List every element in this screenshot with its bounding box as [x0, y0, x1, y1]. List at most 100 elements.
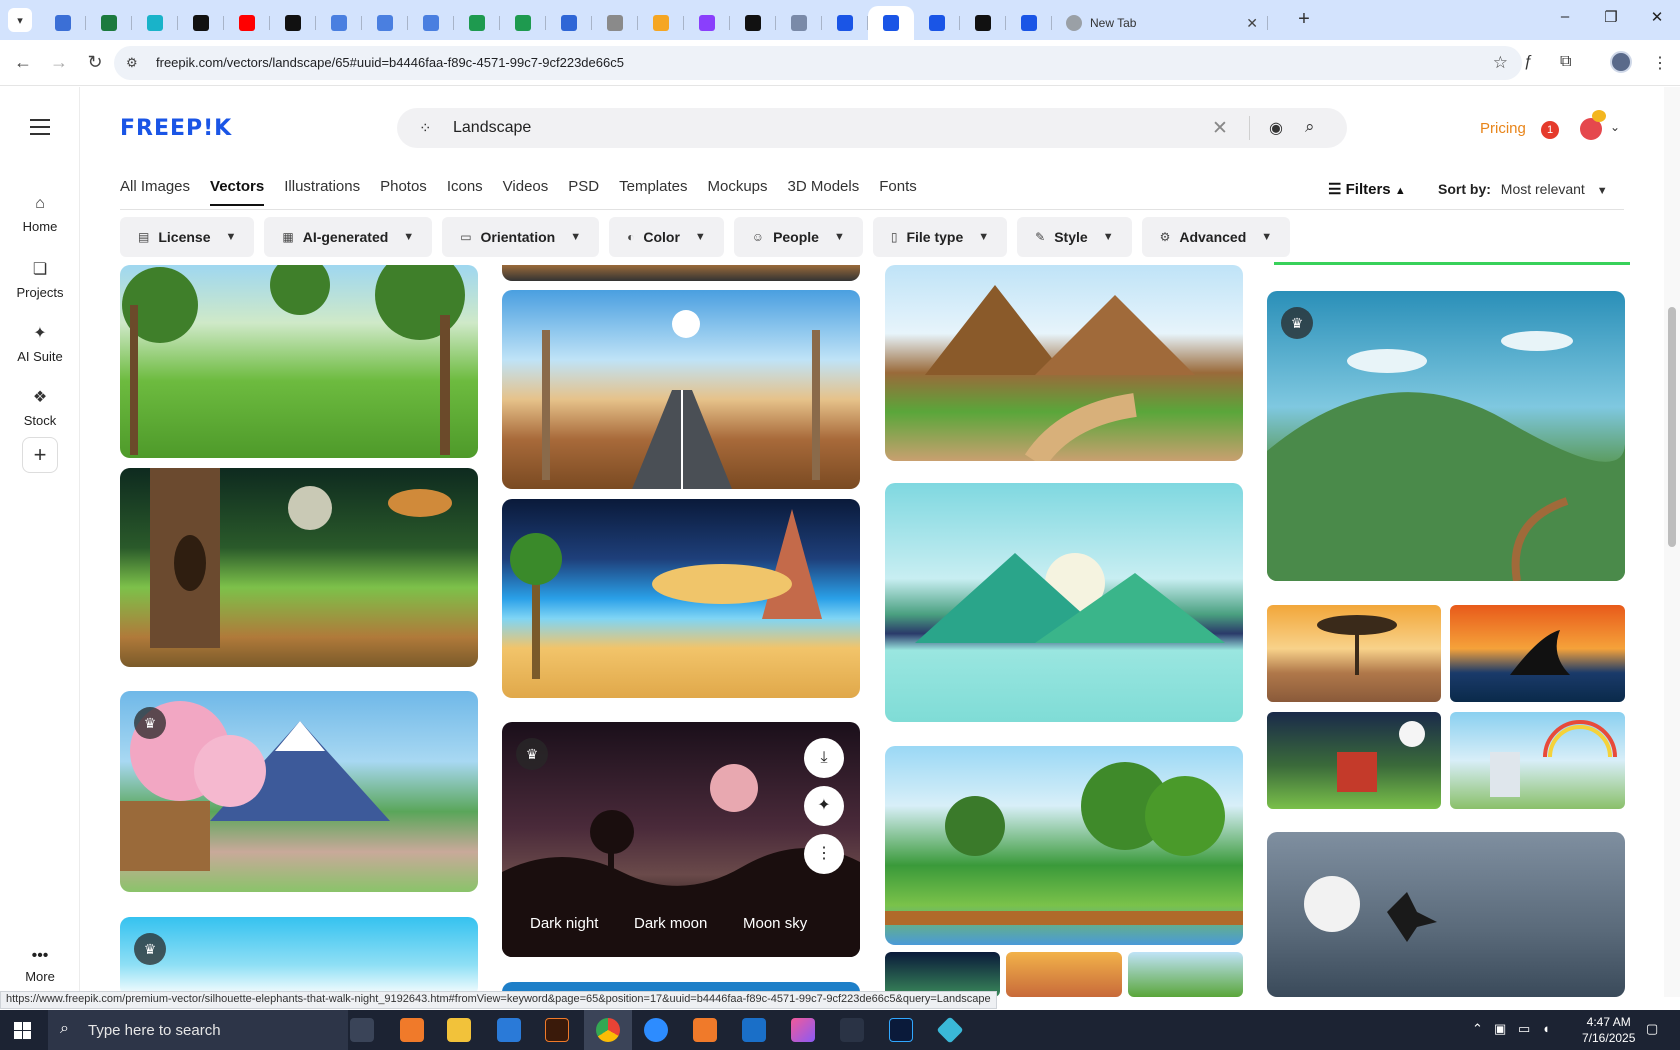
tab-12[interactable] [546, 6, 592, 40]
tab-6[interactable] [270, 6, 316, 40]
tab-category-3[interactable]: Photos [380, 178, 427, 206]
site-info-icon[interactable]: ⚙ [126, 55, 138, 71]
filter-chip-2[interactable]: ▭ Orientation ▼ [442, 217, 600, 257]
filter-chip-4[interactable]: ☺ People ▼ [733, 217, 863, 257]
image-sky-clouds[interactable]: ♛ [120, 917, 478, 997]
tab-5[interactable] [224, 6, 270, 40]
chrome-taskbar-item[interactable] [584, 1010, 632, 1050]
image-mount-fuji-cherry[interactable]: ♛ [120, 691, 478, 892]
image-tropical-beach-night[interactable] [502, 499, 860, 698]
extensions-puzzle-icon[interactable]: ⧉ [1560, 53, 1571, 71]
tab-1[interactable] [40, 6, 86, 40]
more-options-icon[interactable]: ⋮ [804, 834, 844, 874]
tab-new-tab[interactable]: New Tab ✕ [1052, 6, 1268, 40]
tab-10[interactable] [454, 6, 500, 40]
minimize-icon[interactable]: – [1550, 8, 1580, 25]
extension-f-icon[interactable]: ƒ [1524, 53, 1533, 71]
tab-search-button[interactable]: ▾ [8, 8, 32, 32]
photoshop-icon[interactable] [889, 1018, 913, 1042]
reload-icon[interactable]: ↻ [84, 52, 106, 73]
zoom-icon[interactable] [644, 1018, 668, 1042]
tab-20[interactable] [914, 6, 960, 40]
image-savanna-tree[interactable] [1267, 605, 1441, 702]
image-thumb-desert-rocks[interactable] [1006, 952, 1122, 997]
image-tag-0[interactable]: Dark night [530, 915, 598, 932]
tab-category-4[interactable]: Icons [447, 178, 483, 206]
image-tag-1[interactable]: Dark moon [634, 915, 707, 932]
rail-more[interactable]: ••• More [0, 947, 80, 984]
tab-11[interactable] [500, 6, 546, 40]
app-icon[interactable] [693, 1018, 717, 1042]
tab-19[interactable] [868, 6, 914, 40]
rail-ai-suite[interactable]: ✦ AI Suite [0, 323, 80, 364]
tab-category-8[interactable]: Mockups [707, 178, 767, 206]
download-icon[interactable]: ⤓ [804, 738, 844, 778]
tab-category-5[interactable]: Videos [503, 178, 549, 206]
tab-16[interactable] [730, 6, 776, 40]
new-tab-button[interactable]: + [1292, 8, 1316, 31]
filters-toggle[interactable]: ☰ Filters ▲ [1328, 180, 1406, 198]
windows-start-icon[interactable] [14, 1022, 32, 1040]
tab-13[interactable] [592, 6, 638, 40]
image-tag-2[interactable]: Moon sky [743, 915, 807, 932]
sort-dropdown[interactable]: Sort by: Most relevant ▼ [1438, 181, 1608, 197]
tab-category-6[interactable]: PSD [568, 178, 599, 206]
search-mode-icon[interactable]: ⁘ [419, 119, 432, 137]
tab-category-9[interactable]: 3D Models [788, 178, 860, 206]
image-partial-top[interactable] [502, 265, 860, 281]
tray-display-icon[interactable]: ▭ [1518, 1021, 1530, 1037]
rail-projects[interactable]: ❏ Projects [0, 259, 80, 300]
tab-4[interactable] [178, 6, 224, 40]
search-bar[interactable]: ⁘ Landscape ✕ ◉ ⌕ [397, 108, 1347, 148]
image-farm-night[interactable] [1267, 712, 1441, 809]
image-city-rainbow[interactable] [1450, 712, 1625, 809]
tab-15[interactable] [684, 6, 730, 40]
forward-icon[interactable]: → [48, 52, 70, 73]
image-forest-river[interactable] [885, 746, 1243, 945]
tab-category-0[interactable]: All Images [120, 178, 190, 206]
restore-icon[interactable]: ❐ [1596, 8, 1626, 26]
tab-21[interactable] [960, 6, 1006, 40]
filter-chip-3[interactable]: ◐ Color ▼ [609, 217, 724, 257]
profile-avatar[interactable] [1610, 51, 1632, 73]
taskbar-clock[interactable]: 4:47 AM 7/16/2025 [1582, 1014, 1635, 1046]
clear-search-icon[interactable]: ✕ [1212, 117, 1228, 140]
image-mountain-lake-reflection[interactable] [885, 483, 1243, 722]
filter-chip-1[interactable]: ▦ AI-generated ▼ [264, 217, 433, 257]
rail-add-button[interactable]: + [22, 437, 58, 473]
url-text[interactable]: freepik.com/vectors/landscape/65#uuid=b4… [156, 55, 624, 70]
creative-cloud-icon[interactable] [791, 1018, 815, 1042]
image-mountain-path[interactable] [885, 265, 1243, 461]
illustrator-icon[interactable] [545, 1018, 569, 1042]
tab-category-2[interactable]: Illustrations [284, 178, 360, 206]
menu-icon[interactable] [30, 119, 50, 140]
image-thumb-green-hill[interactable] [1128, 952, 1243, 997]
image-moon-eagle[interactable] [1267, 832, 1625, 997]
tab-3[interactable] [132, 6, 178, 40]
close-tab-icon[interactable]: ✕ [1246, 15, 1258, 32]
app-diamond-icon[interactable] [936, 1016, 964, 1044]
filter-chip-6[interactable]: ✎ Style ▼ [1017, 217, 1132, 257]
filter-chip-0[interactable]: ▤ License ▼ [120, 217, 255, 257]
ai-edit-icon[interactable]: ✦ [804, 786, 844, 826]
tab-category-10[interactable]: Fonts [879, 178, 917, 206]
search-input[interactable]: Landscape [453, 119, 531, 137]
task-view-icon[interactable] [350, 1018, 374, 1042]
scrollbar-thumb[interactable] [1668, 307, 1676, 547]
address-bar[interactable]: ⚙ freepik.com/vectors/landscape/65#uuid=… [114, 46, 1522, 80]
image-forest-meadow[interactable] [120, 265, 478, 458]
tab-14[interactable] [638, 6, 684, 40]
rail-stock[interactable]: ❖ Stock [0, 387, 80, 428]
image-desert-road[interactable] [502, 290, 860, 489]
image-green-valley[interactable]: ♛ [1267, 291, 1625, 581]
firefox-icon[interactable] [400, 1018, 424, 1042]
rail-home[interactable]: ⌂ Home [0, 195, 80, 234]
pen-tool-icon[interactable] [840, 1018, 864, 1042]
image-whale-sunset[interactable] [1450, 605, 1625, 702]
tab-18[interactable] [822, 6, 868, 40]
pricing-link[interactable]: Pricing [1480, 120, 1526, 137]
tab-8[interactable] [362, 6, 408, 40]
browser-menu-icon[interactable]: ⋮ [1652, 53, 1668, 73]
filter-chip-7[interactable]: ⚙ Advanced ▼ [1141, 217, 1291, 257]
tray-volume-icon[interactable]: ◖ [1542, 1021, 1550, 1036]
